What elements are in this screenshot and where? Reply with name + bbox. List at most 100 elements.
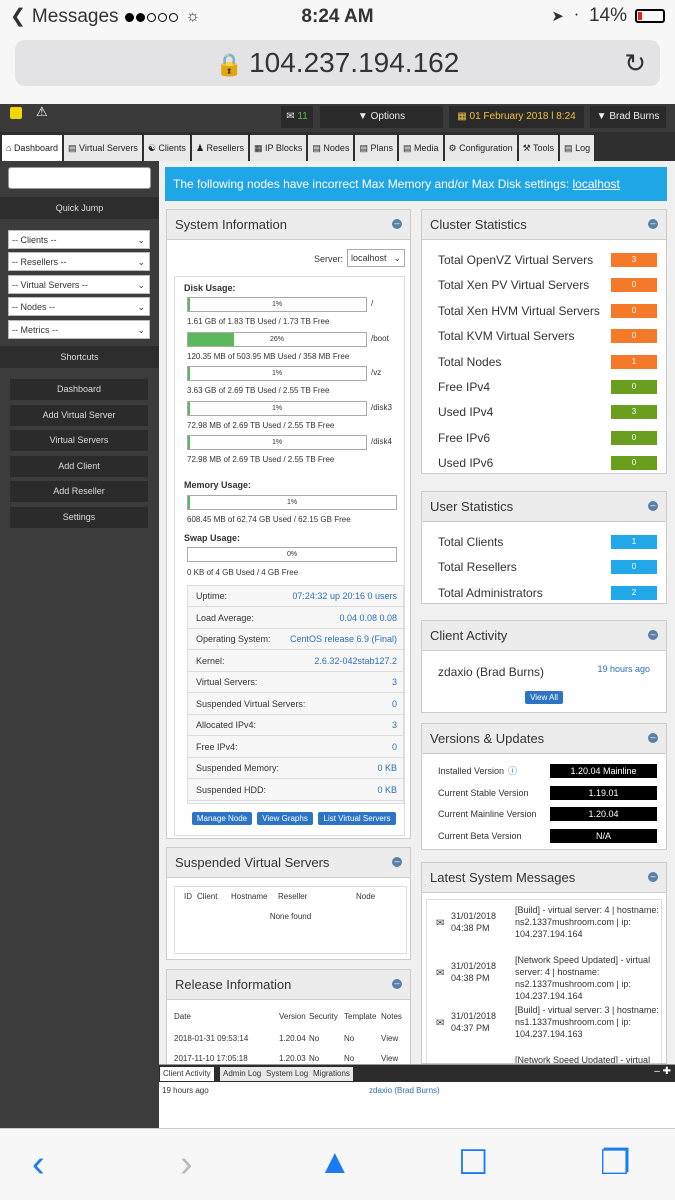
select-clients[interactable]: -- Clients -- ⌄ — [8, 230, 150, 249]
stat-badge: 0 — [611, 329, 657, 344]
release-col: Date — [174, 1012, 191, 1021]
message-item[interactable]: ✉[Network Speed Updated] - virtual — [433, 1054, 666, 1063]
user-stat-row: Total Resellers 0 — [428, 555, 663, 580]
shortcut-add-reseller[interactable]: Add Reseller — [10, 481, 148, 502]
stat-label: Used IPv6 — [438, 456, 494, 471]
tab-nodes[interactable]: ▤ Nodes — [308, 135, 354, 161]
empty-message: None found — [269, 912, 312, 921]
shortcuts-heading: Shortcuts — [0, 346, 159, 368]
url-bar[interactable]: 🔒 104.237.194.162 ↻ — [15, 40, 660, 86]
cluster-row: Used IPv4 3 — [428, 400, 663, 425]
disk-mount: / — [371, 299, 374, 308]
user-menu[interactable]: ▼ Brad Burns — [590, 106, 666, 128]
calendar-icon: ▦ — [457, 111, 467, 122]
shortcut-settings[interactable]: Settings — [10, 507, 148, 528]
log-user[interactable]: zdaxio (Brad Burns) — [369, 1086, 440, 1095]
col-node: Node — [356, 892, 376, 901]
bookmarks-icon[interactable]: ☐ — [458, 1143, 488, 1183]
tab-configuration[interactable]: ⚙ Configuration — [444, 135, 517, 161]
shortcut-add-client[interactable]: Add Client — [10, 456, 148, 477]
version-row: Current Stable Version 1.19.01 — [428, 783, 663, 804]
stat-label: Total Administrators — [438, 585, 543, 600]
info-icon[interactable]: ⓘ — [508, 766, 517, 776]
warning-icon[interactable]: ⚠ — [36, 104, 48, 120]
stat-badge: 1 — [611, 535, 657, 549]
tab-log[interactable]: ▤ Log — [560, 135, 595, 161]
chevron-down-icon: ▼ — [596, 111, 607, 122]
view-all-button[interactable]: View All — [525, 691, 563, 704]
version-value: 1.20.04 — [550, 807, 657, 821]
url-text: 104.237.194.162 — [249, 47, 460, 78]
list-virtual-servers-button[interactable]: List Virtual Servers — [318, 812, 396, 825]
tab-media[interactable]: ▤ Media — [398, 135, 443, 161]
message-item[interactable]: ✉ 31/01/2018 04:38 PM [Build] - virtual se… — [433, 904, 666, 952]
select-virtual-servers[interactable]: -- Virtual Servers -- ⌄ — [8, 275, 150, 294]
info-key: Operating System: — [196, 634, 271, 644]
stat-badge: 0 — [611, 303, 657, 318]
memory-detail: 608.45 MB of 62.74 GB Used / 62.15 GB Fr… — [187, 515, 351, 524]
tab-ip-blocks[interactable]: ▦ IP Blocks — [250, 135, 307, 161]
btab-client-activity[interactable]: Client Activity — [160, 1067, 214, 1081]
messages-button[interactable]: ✉ 11 — [281, 106, 313, 128]
message-list[interactable]: ✉ 31/01/2018 04:38 PM [Build] - virtual se… — [426, 899, 662, 1063]
versions-panel: Versions & Updates – Installed Version ⓘ 1.… — [421, 723, 667, 850]
suspended-table: ID Client Hostname Reseller Node None fo… — [174, 886, 407, 954]
btab-admin-log[interactable]: Admin Log — [220, 1067, 265, 1081]
manage-node-button[interactable]: Manage Node — [192, 812, 252, 825]
collapse-icon[interactable]: – — [648, 630, 658, 640]
collapse-icon[interactable]: – — [648, 219, 658, 229]
activity-user[interactable]: zdaxio (Brad Burns) — [438, 665, 544, 679]
pane-controls-icon[interactable]: – ✚ — [654, 1066, 671, 1077]
select-metrics[interactable]: -- Metrics -- ⌄ — [8, 320, 150, 339]
cluster-row: Free IPv6 0 — [428, 426, 663, 451]
disk-percent: 26% — [269, 335, 284, 343]
server-select[interactable]: localhost ⌄ — [347, 249, 405, 267]
view-graphs-button[interactable]: View Graphs — [257, 812, 313, 825]
tabs-icon[interactable]: ❐ — [600, 1143, 630, 1183]
disk-detail: 72.98 MB of 2.69 TB Used / 2.55 TB Free — [187, 420, 335, 430]
panel-title: System Information – — [167, 210, 410, 240]
btab-system-log[interactable]: System Log — [263, 1067, 312, 1081]
tab-clients[interactable]: ☯ Clients — [143, 135, 190, 161]
collapse-icon[interactable]: – — [648, 501, 658, 511]
release-cell: No — [344, 1054, 355, 1063]
collapse-icon[interactable]: – — [648, 733, 658, 743]
collapse-icon[interactable]: – — [648, 872, 658, 882]
collapse-icon[interactable]: – — [392, 979, 402, 989]
tab-dashboard[interactable]: ⌂ Dashboard — [2, 135, 62, 161]
memory-bar-fill — [188, 496, 191, 509]
disk-detail: 72.98 MB of 2.69 TB Used / 2.55 TB Free — [187, 455, 335, 464]
select-resellers[interactable]: -- Resellers -- ⌄ — [8, 252, 150, 271]
tab-tools[interactable]: ⚒ Tools — [518, 135, 559, 161]
tab-virtual-servers[interactable]: ▤ Virtual Servers — [63, 135, 142, 161]
tab-plans[interactable]: ▤ Plans — [355, 135, 397, 161]
options-button[interactable]: ▼ Options — [320, 106, 443, 128]
release-cell[interactable]: View — [381, 1054, 398, 1063]
forward-icon[interactable]: › — [180, 1143, 193, 1186]
tab-resellers[interactable]: ♟ Resellers — [191, 135, 249, 161]
release-cell[interactable]: View — [381, 1034, 398, 1043]
cluster-row: Used IPv6 0 — [428, 451, 663, 476]
stat-badge: 0 — [611, 380, 657, 394]
shortcut-dashboard[interactable]: Dashboard — [10, 379, 148, 400]
info-row: Suspended Virtual Servers: 0 — [188, 694, 405, 715]
share-icon[interactable]: ▲ — [318, 1143, 352, 1182]
reload-icon[interactable]: ↻ — [624, 40, 646, 86]
release-col: Notes — [381, 1012, 402, 1021]
quick-search-input[interactable] — [8, 167, 151, 189]
collapse-icon[interactable]: – — [392, 219, 402, 229]
message-item[interactable]: ✉ 31/01/2018 04:38 PM [Network Speed Updat… — [433, 954, 666, 1002]
message-item[interactable]: ✉ 31/01/2018 04:37 PM [Build] - virtual se… — [433, 1004, 666, 1052]
note-icon[interactable] — [10, 107, 22, 119]
collapse-icon[interactable]: – — [392, 857, 402, 867]
select-nodes[interactable]: -- Nodes -- ⌄ — [8, 297, 150, 316]
version-label: Current Beta Version — [438, 830, 522, 841]
message-date: 31/01/2018 04:38 PM — [451, 961, 497, 983]
back-icon[interactable]: ‹ — [32, 1143, 45, 1186]
alert-link[interactable]: localhost — [573, 177, 620, 191]
chevron-down-icon: ⌄ — [137, 235, 145, 245]
shortcut-add-virtual-server[interactable]: Add Virtual Server — [10, 405, 148, 426]
stat-label: Free IPv6 — [438, 430, 491, 445]
shortcut-virtual-servers[interactable]: Virtual Servers — [10, 430, 148, 451]
btab-migrations[interactable]: Migrations — [310, 1067, 353, 1081]
